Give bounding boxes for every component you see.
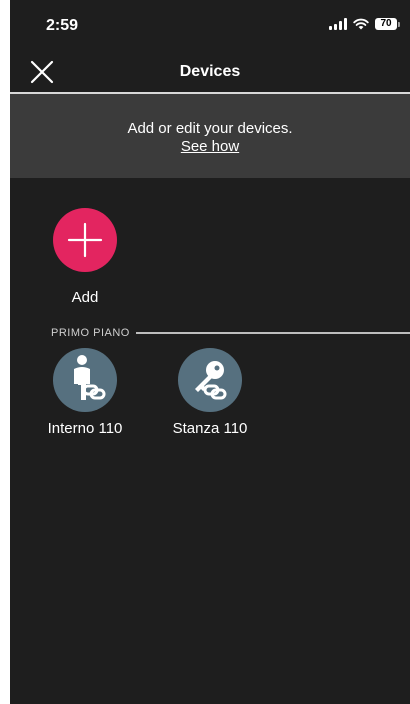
key-link-icon — [195, 361, 227, 400]
section-divider — [135, 332, 410, 334]
signal-icon — [329, 18, 347, 30]
section-title: PRIMO PIANO — [51, 327, 130, 339]
nav-bar: Devices — [10, 52, 410, 94]
status-time: 2:59 — [46, 17, 79, 34]
section-header: PRIMO PIANO — [51, 325, 410, 341]
app-screen: 2:59 70 Devices Add or edit your devices… — [10, 0, 410, 704]
device-avatar[interactable] — [178, 348, 242, 412]
device-tile-interno-110[interactable]: Interno 110 — [30, 348, 140, 437]
add-device-button[interactable]: Add — [53, 208, 117, 306]
battery-level: 70 — [375, 18, 397, 30]
device-tile-stanza-110[interactable]: Stanza 110 — [155, 348, 265, 437]
device-label: Interno 110 — [47, 420, 123, 437]
status-icons: 70 — [329, 18, 400, 30]
wifi-icon — [353, 18, 369, 30]
see-how-link[interactable]: See how — [10, 138, 410, 155]
status-bar: 2:59 70 — [10, 0, 410, 50]
add-label: Add — [71, 289, 99, 306]
battery-icon: 70 — [375, 18, 400, 30]
plus-icon — [67, 222, 103, 258]
info-banner: Add or edit your devices. See how — [10, 94, 410, 178]
page-title: Devices — [179, 63, 241, 80]
add-circle[interactable] — [53, 208, 117, 272]
person-link-icon — [74, 355, 106, 400]
banner-text: Add or edit your devices. — [127, 120, 293, 137]
device-label: Stanza 110 — [172, 420, 248, 437]
device-avatar[interactable] — [53, 348, 117, 412]
